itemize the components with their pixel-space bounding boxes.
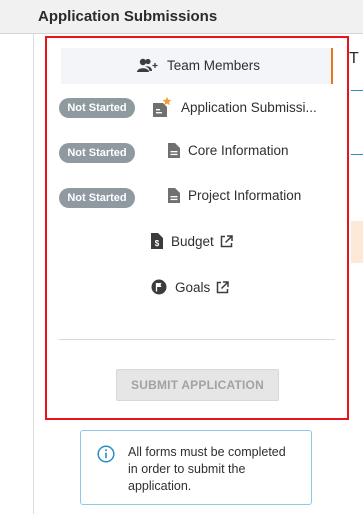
nav-item-budget[interactable]: $ Budget <box>151 233 233 249</box>
divider <box>33 34 34 514</box>
flag-circle-icon <box>151 279 167 295</box>
nav-item-label: Project Information <box>188 188 302 203</box>
document-icon <box>168 143 180 158</box>
nav-item-core-information[interactable]: Core Information <box>168 143 289 158</box>
content-alert <box>351 221 363 263</box>
form-star-icon <box>151 97 173 117</box>
content-divider <box>351 90 363 91</box>
nav-item-project-information[interactable]: Project Information <box>168 188 301 203</box>
nav-item-label: Core Information <box>188 143 289 158</box>
nav-item-application-submissions[interactable]: Application Submissi... <box>151 97 317 117</box>
content-heading: T <box>349 50 359 67</box>
external-link-icon <box>220 234 233 248</box>
submission-nav-panel: Team Members Not Started Application Sub… <box>45 36 349 420</box>
budget-document-icon: $ <box>151 233 163 249</box>
nav-item-label: Goals <box>175 279 211 295</box>
svg-text:$: $ <box>155 239 160 248</box>
status-badge: Not Started <box>59 188 135 208</box>
content-divider <box>351 154 363 155</box>
nav-item-label: Budget <box>171 233 214 249</box>
nav-item-label: Team Members <box>167 58 261 73</box>
info-notice: All forms must be completed in order to … <box>80 430 312 505</box>
team-add-icon <box>137 58 159 73</box>
submit-application-button[interactable]: SUBMIT APPLICATION <box>116 369 279 401</box>
nav-item-team-members[interactable]: Team Members <box>61 48 333 84</box>
external-link-icon <box>216 280 230 294</box>
page-title: Application Submissions <box>38 8 218 25</box>
document-icon <box>168 188 180 203</box>
page-header: Application Submissions <box>0 0 363 34</box>
status-badge: Not Started <box>59 98 135 118</box>
nav-item-goals[interactable]: Goals <box>151 279 230 295</box>
nav-item-label: Application Submissi... <box>181 99 317 115</box>
info-icon <box>97 445 115 468</box>
status-badge: Not Started <box>59 143 135 163</box>
info-message: All forms must be completed in order to … <box>128 445 286 493</box>
divider <box>59 339 335 340</box>
